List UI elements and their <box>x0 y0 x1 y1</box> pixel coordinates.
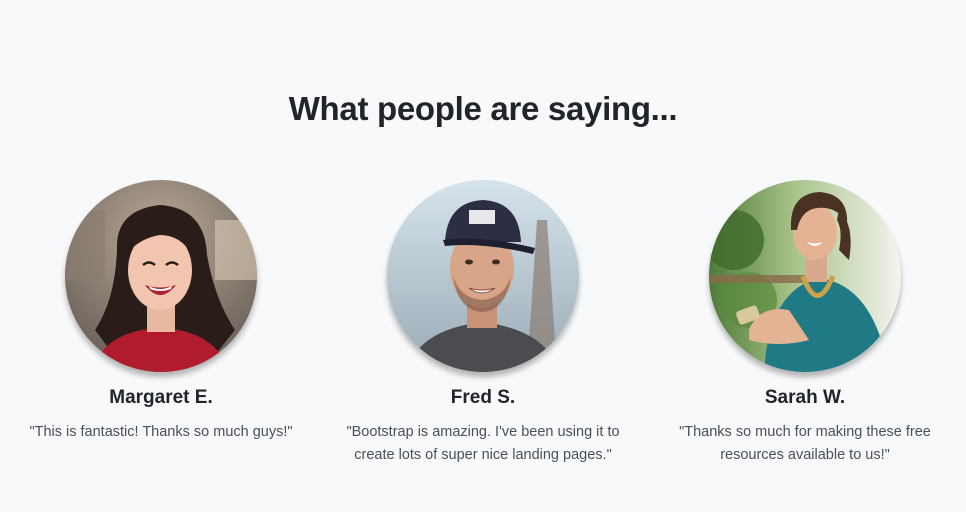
section-title: What people are saying... <box>288 90 678 127</box>
woman-smiling-photo <box>65 180 257 372</box>
testimonial-name: Margaret E. <box>109 387 213 408</box>
testimonial-item: Margaret E. "This is fantastic! Thanks s… <box>0 180 322 440</box>
testimonial-quote: "Thanks so much for making these free re… <box>679 424 931 463</box>
avatar-sarah <box>709 180 901 372</box>
woman-with-phone-photo <box>709 180 901 372</box>
testimonial-quote: "Bootstrap is amazing. I've been using i… <box>346 424 620 463</box>
avatar-fred <box>387 180 579 372</box>
testimonial-quote: "This is fantastic! Thanks so much guys!… <box>29 424 293 440</box>
avatar-margaret <box>65 180 257 372</box>
testimonial-name: Fred S. <box>450 387 516 408</box>
man-with-cap-photo <box>387 180 579 372</box>
testimonial-name: Sarah W. <box>764 387 846 408</box>
testimonial-item: Fred S. "Bootstrap is amazing. I've been… <box>322 180 644 463</box>
testimonial-item: Sarah W. "Thanks so much for making thes… <box>644 180 966 463</box>
testimonials-row: Margaret E. "This is fantastic! Thanks s… <box>0 180 966 480</box>
